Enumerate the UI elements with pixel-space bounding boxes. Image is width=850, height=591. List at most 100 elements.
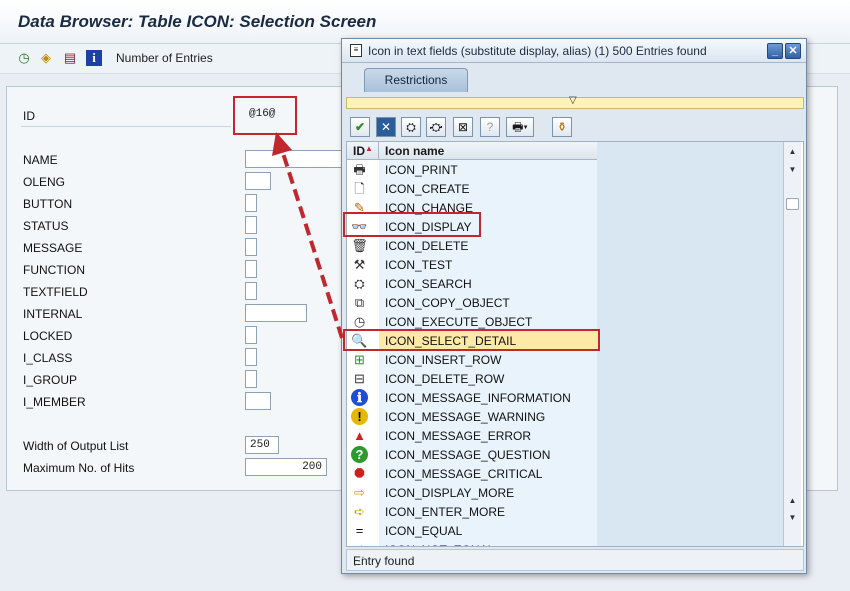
list-item[interactable]: ! ICON_MESSAGE_WARNING: [347, 407, 597, 426]
list-item[interactable]: 🗑 ICON_DELETE: [347, 236, 597, 255]
save-icon[interactable]: ▤: [62, 50, 78, 66]
equal-icon: =: [355, 523, 364, 538]
field-input-function[interactable]: [245, 260, 257, 278]
stop-sign-icon: ⯃: [354, 466, 365, 481]
max-hits-input[interactable]: 200: [245, 458, 327, 476]
restrictions-splitter[interactable]: ▽: [346, 95, 804, 109]
list-item[interactable]: ⛭ ICON_SEARCH: [347, 274, 597, 293]
field-label-oleng: OLENG: [23, 175, 66, 189]
tabstrip: Restrictions: [342, 63, 806, 93]
info-icon[interactable]: i: [86, 50, 102, 66]
list-item[interactable]: ⇨ ICON_DISPLAY_MORE: [347, 483, 597, 502]
id-value-highlight: [233, 96, 297, 135]
field-input-message[interactable]: [245, 238, 257, 256]
list-item[interactable]: ⊞ ICON_INSERT_ROW: [347, 350, 597, 369]
width-of-output-input[interactable]: 250: [245, 436, 279, 454]
icon-name-text: ICON_NOT_EQUAL: [385, 543, 494, 546]
icon-name-text: ICON_DELETE_ROW: [385, 372, 505, 386]
max-hits-label: Maximum No. of Hits: [23, 461, 135, 475]
col-header-id[interactable]: ID▲: [353, 144, 373, 158]
scroll-down-small-icon[interactable]: ▼: [785, 162, 800, 177]
icon-name-text: ICON_PRINT: [385, 163, 458, 177]
dialog-title-bar: ≡ Icon in text fields (substitute displa…: [342, 39, 806, 63]
field-input-oleng[interactable]: [245, 172, 271, 190]
scroll-up-icon[interactable]: ▲: [785, 144, 800, 159]
col-header-name[interactable]: Icon name: [385, 144, 444, 158]
icon-name-text: ICON_MESSAGE_WARNING: [385, 410, 546, 424]
list-item[interactable]: = ICON_EQUAL: [347, 521, 597, 540]
display-more-icon: ⇨: [354, 485, 365, 500]
field-label-status: STATUS: [23, 219, 69, 233]
field-input-status[interactable]: [245, 216, 257, 234]
field-input-i-member[interactable]: [245, 392, 271, 410]
field-selection-icon[interactable]: ◈: [38, 50, 54, 66]
number-of-entries-button[interactable]: Number of Entries: [116, 51, 213, 65]
printer-icon: 🖶: [353, 162, 366, 177]
list-item[interactable]: ▲ ICON_MESSAGE_ERROR: [347, 426, 597, 445]
find-next-icon[interactable]: ⛮: [426, 117, 446, 137]
field-label-message: MESSAGE: [23, 241, 83, 255]
icon-name-text: ICON_TEST: [385, 258, 453, 272]
field-label-i-member: I_MEMBER: [23, 395, 86, 409]
close-button[interactable]: ✕: [785, 43, 801, 59]
vertical-scrollbar[interactable]: ▲ ▼ ▲ ▼: [783, 142, 801, 546]
icon-name-text: ICON_EXECUTE_OBJECT: [385, 315, 533, 329]
copy-icon: ⧉: [354, 295, 365, 310]
page-title: Data Browser: Table ICON: Selection Scre…: [18, 12, 377, 31]
field-underline: [21, 126, 231, 127]
width-of-output-label: Width of Output List: [23, 439, 129, 453]
field-label-id: ID: [23, 109, 35, 123]
field-input-button[interactable]: [245, 194, 257, 212]
list-item[interactable]: ⚒ ICON_TEST: [347, 255, 597, 274]
icon-name-text: ICON_MESSAGE_ERROR: [385, 429, 532, 443]
tab-restrictions[interactable]: Restrictions: [364, 68, 468, 92]
sort-ascending-icon: ▲: [365, 144, 373, 153]
list-item[interactable]: 🗋 ICON_CREATE: [347, 179, 597, 198]
list-item[interactable]: ⯃ ICON_MESSAGE_CRITICAL: [347, 464, 597, 483]
checkmark-icon[interactable]: ✔: [350, 117, 370, 137]
error-triangle-icon: ▲: [353, 428, 366, 443]
icon-name-text: ICON_SEARCH: [385, 277, 472, 291]
list-item[interactable]: ⧉ ICON_COPY_OBJECT: [347, 293, 597, 312]
field-input-name[interactable]: [245, 150, 345, 168]
find-icon[interactable]: ⛭: [401, 117, 421, 137]
list-item[interactable]: ≠ ICON_NOT_EQUAL: [347, 540, 597, 546]
value-help-dialog: ≡ Icon in text fields (substitute displa…: [341, 38, 807, 574]
info-circle-icon: ℹ: [351, 389, 368, 406]
scroll-down-icon[interactable]: ▼: [785, 510, 800, 525]
dialog-title: Icon in text fields (substitute display,…: [368, 44, 707, 58]
icon-name-text: ICON_CREATE: [385, 182, 470, 196]
cancel-icon[interactable]: ✕: [376, 117, 396, 137]
list-item[interactable]: ➪ ICON_ENTER_MORE: [347, 502, 597, 521]
field-input-i-group[interactable]: [245, 370, 257, 388]
field-input-textfield[interactable]: [245, 282, 257, 300]
icon-name-text: ICON_ENTER_MORE: [385, 505, 506, 519]
help-icon[interactable]: ?: [480, 117, 500, 137]
resize-grip-icon[interactable]: ⋰: [353, 554, 801, 568]
binoculars-icon: ⛭: [354, 276, 365, 291]
list-item[interactable]: ⊟ ICON_DELETE_ROW: [347, 369, 597, 388]
field-input-locked[interactable]: [245, 326, 257, 344]
field-input-i-class[interactable]: [245, 348, 257, 366]
list-header: ID▲ Icon name: [347, 142, 597, 160]
scroll-up-bottom-icon[interactable]: ▲: [785, 493, 800, 508]
minimize-button[interactable]: _: [767, 43, 783, 59]
scroll-thumb[interactable]: [786, 198, 799, 210]
field-label-internal: INTERNAL: [23, 307, 83, 321]
test-icon: ⚒: [353, 257, 366, 272]
field-label-function: FUNCTION: [23, 263, 85, 277]
list-item[interactable]: 🖶 ICON_PRINT: [347, 160, 597, 179]
filter-icon[interactable]: ⊠: [453, 117, 473, 137]
question-circle-icon: ?: [351, 446, 368, 463]
insert-row-icon: ⊞: [354, 352, 365, 367]
splitter-arrow-icon[interactable]: ▽: [569, 95, 577, 106]
field-input-internal[interactable]: [245, 304, 307, 322]
execute-icon[interactable]: ◷: [16, 50, 32, 66]
field-label-textfield: TEXTFIELD: [23, 285, 88, 299]
warning-circle-icon: !: [351, 408, 368, 425]
icon-name-text: ICON_MESSAGE_QUESTION: [385, 448, 551, 462]
list-item[interactable]: ℹ ICON_MESSAGE_INFORMATION: [347, 388, 597, 407]
print-icon[interactable]: 🖶▾: [506, 117, 534, 137]
list-item[interactable]: ? ICON_MESSAGE_QUESTION: [347, 445, 597, 464]
clear-icon[interactable]: ⚱: [552, 117, 572, 137]
